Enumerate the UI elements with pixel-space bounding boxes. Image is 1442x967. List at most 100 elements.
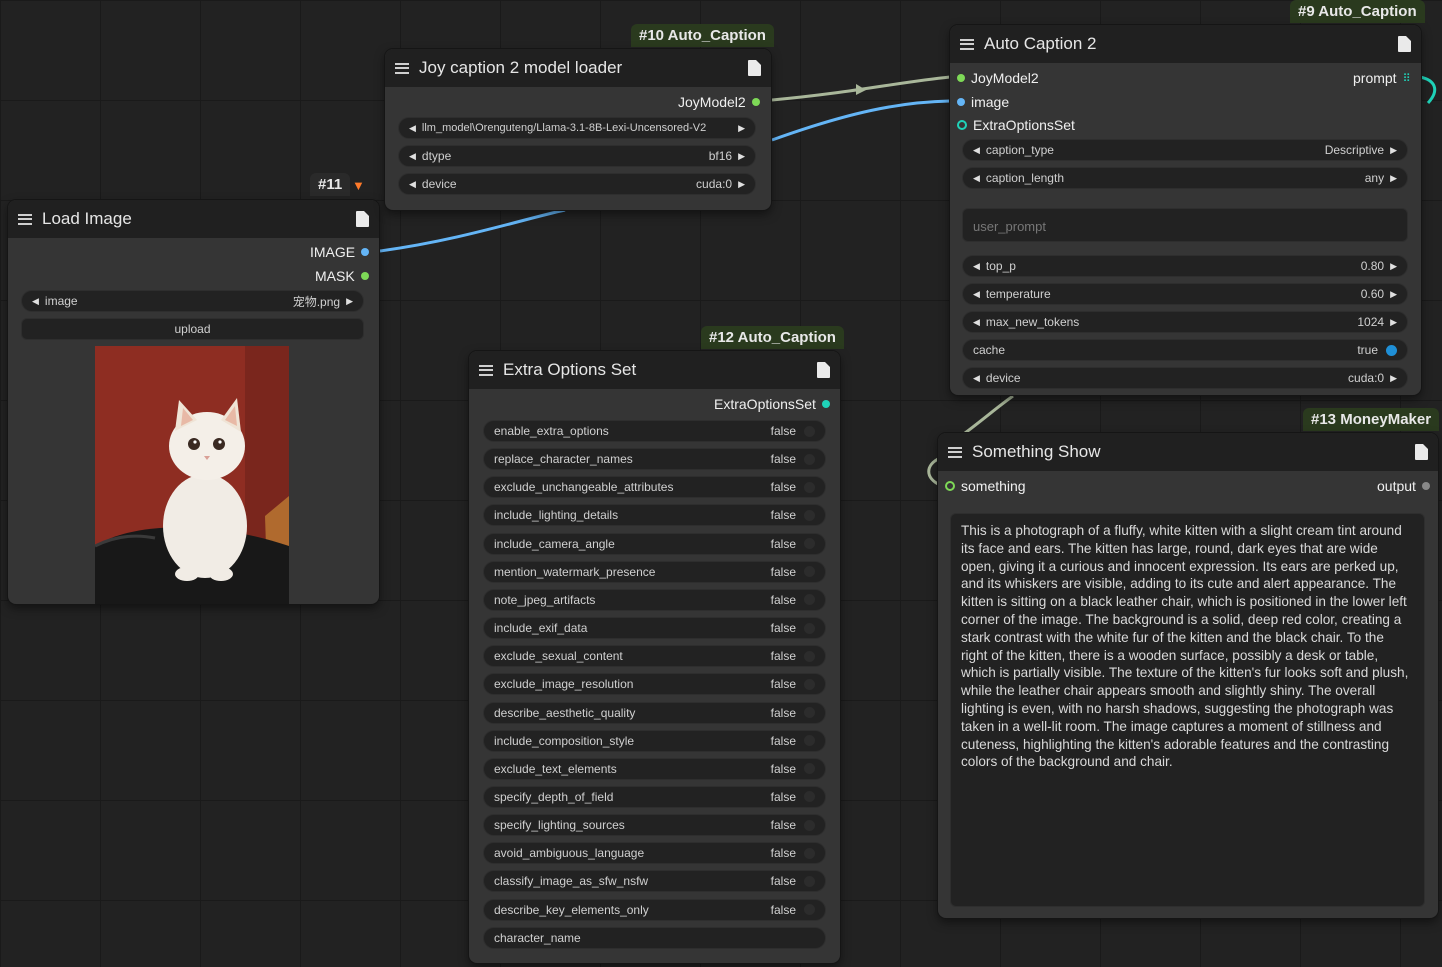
node-header[interactable]: Auto Caption 2 <box>950 25 1421 63</box>
arrow-left-icon[interactable]: ◀ <box>973 373 980 384</box>
toggle-indicator[interactable] <box>804 678 815 690</box>
arrow-right-icon[interactable]: ▶ <box>1390 373 1397 384</box>
grid-icon[interactable]: ⠿ <box>1403 72 1411 85</box>
arrow-left-icon[interactable]: ◀ <box>409 179 416 190</box>
arrow-left-icon[interactable]: ◀ <box>409 123 416 134</box>
output-joymodel2[interactable]: JoyModel2 <box>678 94 760 110</box>
menu-icon[interactable] <box>479 364 493 376</box>
option-toggle[interactable]: include_lighting_details false <box>483 504 826 527</box>
output-output[interactable]: output <box>1377 478 1430 494</box>
option-toggle[interactable]: classify_image_as_sfw_nsfw false <box>483 870 826 893</box>
arrow-left-icon[interactable]: ◀ <box>973 317 980 328</box>
arrow-right-icon[interactable]: ▶ <box>738 123 745 134</box>
output-mask[interactable]: MASK <box>315 268 369 284</box>
toggle-indicator[interactable] <box>804 650 815 662</box>
menu-icon[interactable] <box>18 213 32 225</box>
toggle-indicator[interactable] <box>804 707 815 718</box>
toggle-indicator[interactable] <box>804 509 815 521</box>
menu-icon[interactable] <box>948 446 962 458</box>
document-icon[interactable] <box>748 60 761 76</box>
input-something[interactable]: something <box>945 478 1026 494</box>
option-toggle[interactable]: exclude_image_resolution false <box>483 673 826 696</box>
option-toggle[interactable]: include_exif_data false <box>483 617 826 640</box>
node-header[interactable]: Load Image <box>8 200 379 238</box>
toggle-indicator[interactable] <box>804 538 815 550</box>
option-toggle[interactable]: exclude_text_elements false <box>483 757 826 780</box>
arrow-right-icon[interactable]: ▶ <box>1390 289 1397 300</box>
device-select[interactable]: ◀ device cuda:0 ▶ <box>962 367 1408 389</box>
caption-length-select[interactable]: ◀ caption_length any ▶ <box>962 167 1408 189</box>
option-toggle[interactable]: specify_lighting_sources false <box>483 814 826 837</box>
arrow-left-icon[interactable]: ◀ <box>973 145 980 156</box>
image-select[interactable]: ◀ image 宠物.png ▶ <box>21 290 364 312</box>
node-header[interactable]: Extra Options Set <box>469 351 840 389</box>
node-header[interactable]: Joy caption 2 model loader <box>385 49 771 87</box>
toggle-indicator[interactable] <box>804 453 815 465</box>
model-path-select[interactable]: ◀ llm_model\Orenguteng/Llama-3.1-8B-Lexi… <box>398 117 756 139</box>
option-toggle[interactable]: exclude_sexual_content false <box>483 645 826 668</box>
arrow-left-icon[interactable]: ◀ <box>32 296 39 307</box>
option-toggle[interactable]: specify_depth_of_field false <box>483 785 826 808</box>
arrow-right-icon[interactable]: ▶ <box>1390 173 1397 184</box>
input-socket[interactable] <box>957 98 965 106</box>
document-icon[interactable] <box>817 362 830 378</box>
character-name-input[interactable]: character_name <box>483 927 826 949</box>
menu-icon[interactable] <box>960 38 974 50</box>
option-toggle[interactable]: enable_extra_options false <box>483 420 826 442</box>
cache-toggle[interactable]: cache true <box>962 339 1408 361</box>
toggle-indicator[interactable] <box>804 847 815 859</box>
arrow-right-icon[interactable]: ▶ <box>738 179 745 190</box>
output-socket[interactable] <box>360 272 369 280</box>
upload-button[interactable]: upload <box>21 318 364 340</box>
arrow-right-icon[interactable]: ▶ <box>1390 261 1397 272</box>
toggle-indicator[interactable] <box>804 819 815 831</box>
output-socket[interactable] <box>1421 482 1430 490</box>
document-icon[interactable] <box>1415 444 1428 460</box>
toggle-indicator[interactable] <box>804 875 815 887</box>
option-toggle[interactable]: note_jpeg_artifacts false <box>483 588 826 611</box>
output-text-area[interactable]: This is a photograph of a fluffy, white … <box>950 513 1425 907</box>
arrow-left-icon[interactable]: ◀ <box>973 261 980 272</box>
top-p-number[interactable]: ◀ top_p 0.80 ▶ <box>962 255 1408 277</box>
user-prompt-input[interactable]: user_prompt <box>962 208 1408 242</box>
max-new-tokens-number[interactable]: ◀ max_new_tokens 1024 ▶ <box>962 311 1408 333</box>
caption-type-select[interactable]: ◀ caption_type Descriptive ▶ <box>962 139 1408 161</box>
input-extraoptionsset[interactable]: ExtraOptionsSet <box>957 117 1075 133</box>
toggle-indicator[interactable] <box>804 735 815 747</box>
arrow-right-icon[interactable]: ▶ <box>1390 145 1397 156</box>
arrow-right-icon[interactable]: ▶ <box>346 296 353 307</box>
input-socket[interactable] <box>957 74 965 82</box>
dtype-select[interactable]: ◀ dtype bf16 ▶ <box>398 145 756 167</box>
input-image[interactable]: image <box>957 94 1009 110</box>
toggle-indicator[interactable] <box>804 791 815 803</box>
option-toggle[interactable]: replace_character_names false <box>483 448 826 471</box>
temperature-number[interactable]: ◀ temperature 0.60 ▶ <box>962 283 1408 305</box>
arrow-left-icon[interactable]: ◀ <box>409 151 416 162</box>
option-toggle[interactable]: include_camera_angle false <box>483 532 826 555</box>
arrow-right-icon[interactable]: ▶ <box>1390 317 1397 328</box>
option-toggle[interactable]: mention_watermark_presence false <box>483 560 826 583</box>
toggle-indicator[interactable] <box>804 481 815 493</box>
input-socket[interactable] <box>957 120 967 130</box>
output-socket[interactable] <box>751 98 760 106</box>
output-image[interactable]: IMAGE <box>310 244 370 260</box>
toggle-indicator[interactable] <box>804 763 815 775</box>
toggle-indicator[interactable] <box>804 622 815 634</box>
output-extraoptionsset[interactable]: ExtraOptionsSet <box>714 396 830 412</box>
option-toggle[interactable]: describe_aesthetic_quality false <box>483 701 826 724</box>
document-icon[interactable] <box>1398 36 1411 52</box>
option-toggle[interactable]: include_composition_style false <box>483 729 826 752</box>
toggle-indicator[interactable] <box>804 594 815 606</box>
input-socket[interactable] <box>945 481 955 491</box>
option-toggle[interactable]: avoid_ambiguous_language false <box>483 842 826 865</box>
option-toggle[interactable]: describe_key_elements_only false <box>483 898 826 921</box>
arrow-left-icon[interactable]: ◀ <box>973 289 980 300</box>
output-socket[interactable] <box>821 400 830 408</box>
arrow-left-icon[interactable]: ◀ <box>973 173 980 184</box>
input-joymodel2[interactable]: JoyModel2 <box>957 70 1039 86</box>
toggle-indicator[interactable] <box>804 566 815 578</box>
arrow-right-icon[interactable]: ▶ <box>738 151 745 162</box>
device-select[interactable]: ◀ device cuda:0 ▶ <box>398 173 756 195</box>
option-toggle[interactable]: exclude_unchangeable_attributes false <box>483 476 826 499</box>
node-header[interactable]: Something Show <box>938 433 1438 471</box>
